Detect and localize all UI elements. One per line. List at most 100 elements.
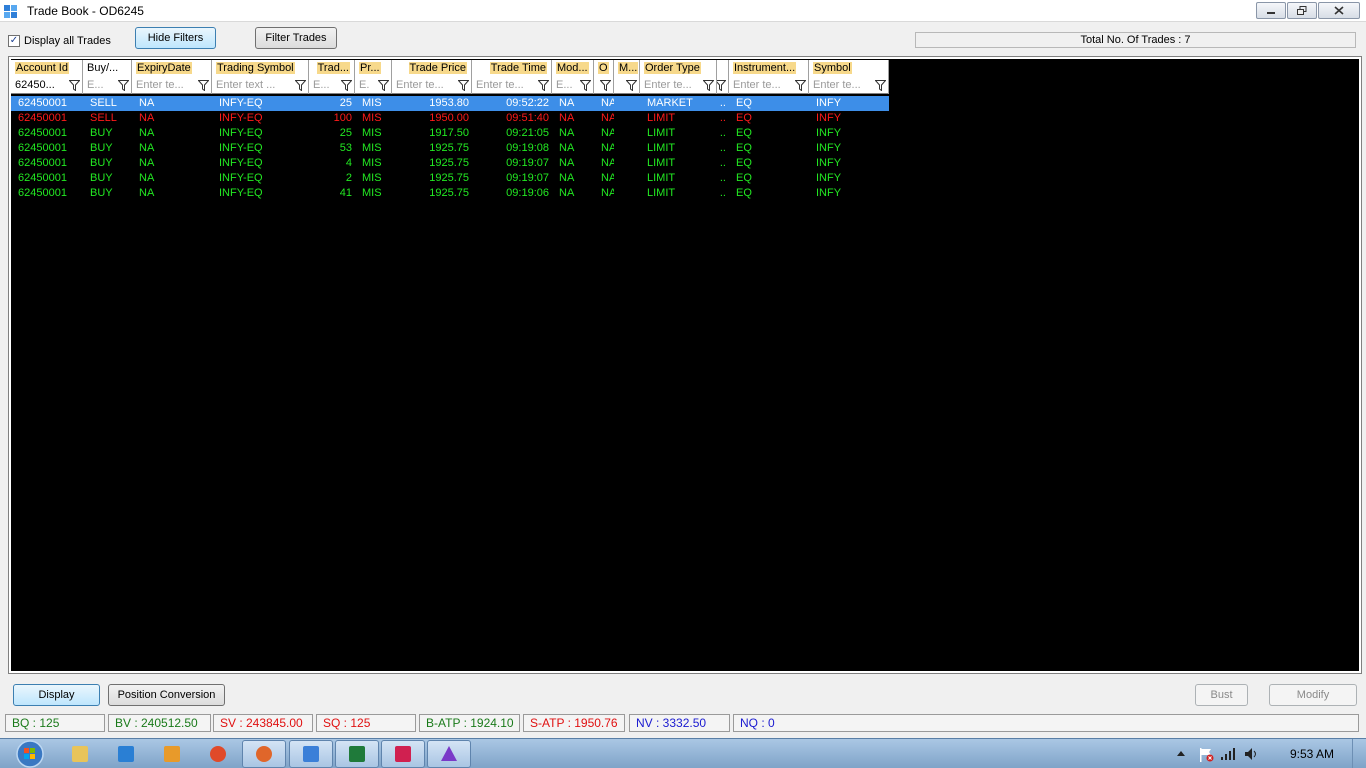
- column-filter-input[interactable]: 62450...: [11, 77, 83, 94]
- column-header-label: ExpiryDate: [136, 62, 192, 74]
- column-header[interactable]: [717, 60, 729, 77]
- trade-grid[interactable]: Account Id Buy/... ExpiryDate Trading Symbo…: [8, 56, 1362, 674]
- column-header[interactable]: Mod...: [552, 60, 594, 77]
- bust-button[interactable]: Bust: [1195, 684, 1248, 706]
- column-header[interactable]: Buy/...: [83, 60, 132, 77]
- table-row[interactable]: 62450001 BUY NA INFY-EQ 4 MIS 1925.75 09:19:07 N…: [11, 156, 889, 171]
- column-header[interactable]: M...: [614, 60, 640, 77]
- column-filter-input[interactable]: E.: [355, 77, 392, 94]
- minimize-button[interactable]: [1256, 2, 1286, 19]
- column-header[interactable]: ExpiryDate: [132, 60, 212, 77]
- taskbar-app[interactable]: [381, 740, 425, 768]
- tray-expand-icon[interactable]: [1176, 749, 1186, 757]
- close-button[interactable]: [1318, 2, 1360, 19]
- filter-funnel-icon[interactable]: [626, 80, 637, 91]
- table-row[interactable]: 62450001 BUY NA INFY-EQ 2 MIS 1925.75 09:19:07 N…: [11, 171, 889, 186]
- grid-header: Account Id Buy/... ExpiryDate Trading Symbo…: [11, 60, 889, 77]
- position-conversion-button[interactable]: Position Conversion: [108, 684, 225, 706]
- status-field: NV : 3332.50: [629, 714, 730, 732]
- column-header[interactable]: Pr...: [355, 60, 392, 77]
- display-button[interactable]: Display: [13, 684, 100, 706]
- filter-funnel-icon[interactable]: [717, 80, 726, 91]
- column-filter-input[interactable]: Enter text ...: [212, 77, 309, 94]
- table-cell: LIMIT: [647, 127, 676, 139]
- table-row[interactable]: 62450001 SELL NA INFY-EQ 25 MIS 1953.80 09:52:2…: [11, 96, 889, 111]
- taskbar-app[interactable]: [104, 740, 148, 768]
- table-row[interactable]: 62450001 BUY NA INFY-EQ 25 MIS 1917.50 09:21:05…: [11, 126, 889, 141]
- hide-filters-button[interactable]: Hide Filters: [135, 27, 216, 49]
- column-header[interactable]: Trade Price: [392, 60, 472, 77]
- taskbar-app[interactable]: [58, 740, 102, 768]
- table-row[interactable]: 62450001 BUY NA INFY-EQ 53 MIS 1925.75 09:19:08…: [11, 141, 889, 156]
- column-filter-input[interactable]: Enter te...: [809, 77, 889, 94]
- table-cell: LIMIT: [647, 157, 676, 169]
- filter-placeholder: E.: [359, 79, 370, 91]
- filter-funnel-icon[interactable]: [118, 80, 129, 91]
- column-header[interactable]: Trading Symbol: [212, 60, 309, 77]
- table-cell: NA: [601, 142, 614, 154]
- status-field: BV : 240512.50: [108, 714, 211, 732]
- column-filter-input[interactable]: [717, 77, 729, 94]
- modify-button[interactable]: Modify: [1269, 684, 1357, 706]
- filter-funnel-icon[interactable]: [580, 80, 591, 91]
- column-filter-input[interactable]: Enter te...: [392, 77, 472, 94]
- filter-trades-button[interactable]: Filter Trades: [255, 27, 337, 49]
- show-desktop-button[interactable]: [1352, 739, 1366, 768]
- table-cell: [614, 141, 640, 156]
- table-cell: SELL: [90, 97, 117, 109]
- taskbar-app[interactable]: [335, 740, 379, 768]
- table-cell: 1950.00: [429, 112, 469, 124]
- column-filter-input[interactable]: Enter te...: [640, 77, 717, 94]
- column-header[interactable]: O: [594, 60, 614, 77]
- filter-funnel-icon[interactable]: [600, 80, 611, 91]
- filter-funnel-icon[interactable]: [69, 80, 80, 91]
- filter-funnel-icon[interactable]: [703, 80, 714, 91]
- taskbar-app[interactable]: [196, 740, 240, 768]
- filter-funnel-icon[interactable]: [198, 80, 209, 91]
- column-header[interactable]: Order Type: [640, 60, 717, 77]
- filter-placeholder: E...: [313, 79, 330, 91]
- column-filter-input[interactable]: Enter te...: [472, 77, 552, 94]
- column-filter-input[interactable]: E...: [83, 77, 132, 94]
- table-cell: NA: [139, 142, 155, 154]
- filter-funnel-icon[interactable]: [341, 80, 352, 91]
- filter-funnel-icon[interactable]: [378, 80, 389, 91]
- column-filter-input[interactable]: Enter te...: [132, 77, 212, 94]
- table-cell: INFY: [816, 112, 842, 124]
- column-filter-input[interactable]: Enter te...: [729, 77, 809, 94]
- taskbar-app[interactable]: [242, 740, 286, 768]
- table-row[interactable]: 62450001 BUY NA INFY-EQ 41 MIS 1925.75 09:19:06…: [11, 186, 889, 201]
- column-filter-input[interactable]: [594, 77, 614, 94]
- filter-funnel-icon[interactable]: [795, 80, 806, 91]
- volume-icon[interactable]: [1244, 747, 1260, 761]
- column-header[interactable]: Symbol: [809, 60, 889, 77]
- table-row[interactable]: 62450001 SELL NA INFY-EQ 100 MIS 1950.00 09:51:…: [11, 111, 889, 126]
- action-center-flag-icon[interactable]: [1198, 747, 1214, 763]
- column-header[interactable]: Trade Time: [472, 60, 552, 77]
- table-cell: 25: [339, 97, 352, 109]
- column-filter-input[interactable]: [614, 77, 640, 94]
- column-filter-input[interactable]: E...: [552, 77, 594, 94]
- taskbar-app[interactable]: [289, 740, 333, 768]
- filter-funnel-icon[interactable]: [458, 80, 469, 91]
- filter-funnel-icon[interactable]: [538, 80, 549, 91]
- table-cell: NA: [139, 112, 155, 124]
- column-header[interactable]: Trad...: [309, 60, 355, 77]
- filter-funnel-icon[interactable]: [875, 80, 886, 91]
- filter-placeholder: Enter text ...: [216, 79, 276, 91]
- column-filter-input[interactable]: E...: [309, 77, 355, 94]
- taskbar-clock[interactable]: 9:53 AM: [1290, 747, 1334, 761]
- column-header[interactable]: Account Id: [11, 60, 83, 77]
- table-cell: NA: [559, 157, 575, 169]
- checkbox-box[interactable]: ✓: [8, 35, 20, 47]
- table-cell: [614, 126, 640, 141]
- taskbar-app[interactable]: [427, 740, 471, 768]
- table-cell: NA: [601, 157, 614, 169]
- column-header[interactable]: Instrument...: [729, 60, 809, 77]
- filter-funnel-icon[interactable]: [295, 80, 306, 91]
- start-button[interactable]: [4, 739, 44, 768]
- taskbar-app[interactable]: [150, 740, 194, 768]
- display-all-trades-checkbox[interactable]: ✓ Display all Trades: [8, 35, 111, 47]
- network-icon[interactable]: [1220, 747, 1236, 761]
- restore-button[interactable]: [1287, 2, 1317, 19]
